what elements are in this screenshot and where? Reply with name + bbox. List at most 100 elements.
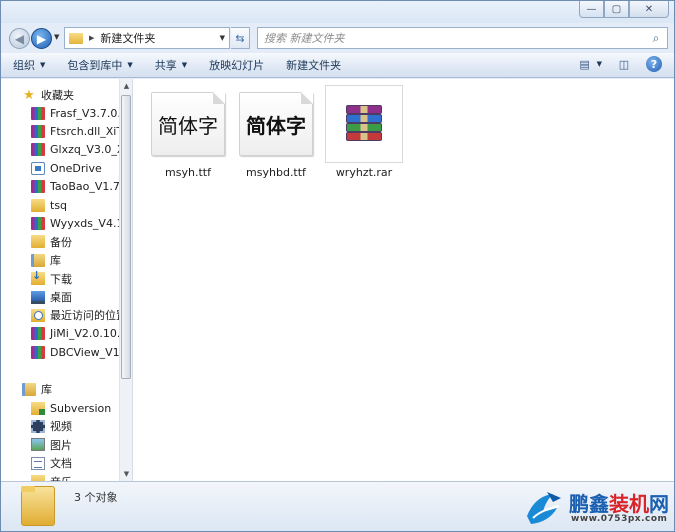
favorites-item[interactable]: JiMi_V2.0.10.24	[31, 325, 119, 343]
font-file-icon: 简体字	[238, 86, 314, 162]
window-controls: — ▢ ✕	[579, 1, 669, 18]
libraries-header[interactable]: 库	[22, 380, 52, 398]
nav-item-label: Frasf_V3.7.0.0_X	[50, 106, 119, 120]
minimize-button[interactable]: —	[579, 1, 604, 18]
search-input[interactable]: 搜索 新建文件夹	[264, 30, 645, 46]
scroll-up-icon[interactable]: ▲	[120, 79, 132, 93]
file-list[interactable]: 简体字 msyh.ttf 简体字 msyhbd.ttf wryhzt.rar	[132, 79, 674, 481]
view-controls: ▤ ▼ ◫ ?	[567, 56, 662, 72]
watermark-title-part2: 装机	[609, 492, 649, 516]
share-label: 共享	[154, 59, 177, 72]
nav-item-label: 文档	[50, 457, 72, 471]
search-box[interactable]: 搜索 新建文件夹 ⌕	[257, 27, 668, 49]
view-options-dropdown-icon[interactable]: ▼	[597, 60, 602, 68]
organize-button[interactable]: 组织 ▼	[13, 57, 45, 73]
nav-item-label: OneDrive	[50, 161, 102, 175]
back-arrow-icon: ◀	[14, 31, 25, 46]
file-name: msyhbd.ttf	[246, 166, 306, 179]
title-bar[interactable]: — ▢ ✕	[1, 1, 674, 23]
pictures-icon	[31, 438, 45, 452]
preview-pane-icon[interactable]: ◫	[616, 56, 632, 72]
include-in-library-button[interactable]: 包含到库中 ▼	[67, 57, 132, 73]
chevron-down-icon: ▼	[127, 61, 133, 69]
new-folder-label: 新建文件夹	[286, 59, 342, 72]
watermark-title: 鹏鑫装机网	[569, 488, 669, 517]
close-button[interactable]: ✕	[629, 1, 669, 18]
file-item[interactable]: 简体字 msyhbd.ttf	[237, 86, 315, 179]
address-dropdown-icon[interactable]: ▼	[220, 34, 225, 42]
scroll-down-icon[interactable]: ▼	[120, 467, 132, 481]
rar-icon	[31, 106, 45, 120]
recent-pages-dropdown[interactable]: ▼	[54, 33, 59, 41]
rar-icon	[31, 327, 45, 341]
font-preview: 简体字	[239, 92, 313, 156]
command-bar: 组织 ▼ 包含到库中 ▼ 共享 ▼ 放映幻灯片 新建文件夹 ▤ ▼ ◫ ?	[1, 53, 674, 78]
favorites-item[interactable]: Frasf_V3.7.0.0_X	[31, 104, 119, 122]
nav-item-label: 下载	[50, 272, 72, 286]
maximize-button[interactable]: ▢	[604, 1, 629, 18]
favorites-item[interactable]: Glxzq_V3.0_XiTo	[31, 141, 119, 159]
library-item[interactable]: Subversion	[31, 399, 111, 417]
folder-icon	[69, 32, 83, 44]
favorites-item[interactable]: Ftsrch.dll_XiTon	[31, 122, 119, 140]
library-item[interactable]: 图片	[31, 436, 72, 454]
file-item[interactable]: wryhzt.rar	[325, 85, 403, 179]
share-button[interactable]: 共享 ▼	[155, 57, 187, 73]
file-name: msyh.ttf	[165, 166, 211, 179]
back-button[interactable]: ◀	[9, 28, 30, 49]
forward-button[interactable]: ▶	[31, 28, 52, 49]
help-icon[interactable]: ?	[646, 56, 662, 72]
folder-icon	[31, 235, 45, 249]
library-icon	[22, 382, 36, 396]
favorites-item[interactable]: Wyyxds_V4.1.1.	[31, 214, 119, 232]
favorites-item[interactable]: tsq	[31, 196, 67, 214]
favorites-header[interactable]: ★ 收藏夹	[22, 86, 74, 104]
file-item[interactable]: 简体字 msyh.ttf	[149, 86, 227, 179]
navigation-scrollbar[interactable]: ▲ ▼	[119, 79, 132, 481]
slideshow-label: 放映幻灯片	[209, 59, 265, 72]
favorites-item[interactable]: DBCView_V1.1_	[31, 343, 119, 361]
font-file-icon: 简体字	[150, 86, 226, 162]
address-row: ◀ ▶ ▼ ▶ 新建文件夹 ▼ ⇆ 搜索 新建文件夹 ⌕	[1, 23, 674, 53]
rar-book-icon	[346, 105, 382, 114]
breadcrumb-current[interactable]: 新建文件夹	[100, 30, 219, 46]
nav-item-label: JiMi_V2.0.10.24	[50, 327, 119, 341]
video-icon	[31, 419, 45, 433]
breadcrumb-separator-icon[interactable]: ▶	[89, 34, 94, 42]
search-icon[interactable]: ⌕	[645, 31, 667, 46]
nav-item-label: Glxzq_V3.0_XiTo	[50, 143, 119, 157]
font-preview-text: 简体字	[158, 113, 218, 138]
refresh-button[interactable]: ⇆	[231, 27, 250, 49]
explorer-window: — ▢ ✕ ◀ ▶ ▼ ▶ 新建文件夹 ▼ ⇆ 搜索 新建文件夹 ⌕ 组织 ▼ 包…	[0, 0, 675, 532]
nav-item-label: 桌面	[50, 291, 72, 304]
address-bar[interactable]: ▶ 新建文件夹 ▼	[64, 27, 230, 49]
desktop-icon	[31, 290, 45, 304]
navigation-pane: ★ 收藏夹 库 Frasf_V3.7.0.0_X Ftsrch.dll_XiTon…	[1, 79, 132, 481]
rar-book-icon	[346, 132, 382, 141]
rar-icon	[31, 180, 45, 194]
favorites-item[interactable]: 桌面	[31, 288, 72, 306]
file-name: wryhzt.rar	[335, 166, 393, 179]
navigation-tree: ★ 收藏夹 库 Frasf_V3.7.0.0_X Ftsrch.dll_XiTon…	[1, 79, 119, 481]
watermark-title-part1: 鹏鑫	[569, 492, 609, 516]
favorites-item[interactable]: OneDrive	[31, 159, 102, 177]
library-item[interactable]: 音乐	[31, 473, 72, 481]
favorites-item[interactable]: 最近访问的位置	[31, 306, 119, 324]
rar-icon	[31, 216, 45, 230]
organize-label: 组织	[13, 59, 35, 72]
favorites-item[interactable]: 下载	[31, 269, 72, 288]
library-item[interactable]: 文档	[31, 454, 72, 472]
nav-item-label: 最近访问的位置	[50, 309, 119, 323]
favorites-item[interactable]: TaoBao_V1.7.8.	[31, 178, 119, 196]
library-item[interactable]: 视频	[31, 417, 72, 435]
favorites-item[interactable]: 备份	[31, 233, 72, 251]
scrollbar-thumb[interactable]	[121, 95, 131, 379]
slideshow-button[interactable]: 放映幻灯片	[209, 57, 264, 73]
new-folder-button[interactable]: 新建文件夹	[286, 57, 341, 73]
favorites-item[interactable]: 库	[31, 251, 61, 269]
onedrive-icon	[31, 161, 45, 175]
change-view-icon[interactable]: ▤	[577, 56, 593, 72]
nav-item-label: Ftsrch.dll_XiTon	[50, 124, 119, 138]
watermark-title-part3: 网	[649, 492, 669, 516]
forward-arrow-icon: ▶	[36, 31, 47, 46]
